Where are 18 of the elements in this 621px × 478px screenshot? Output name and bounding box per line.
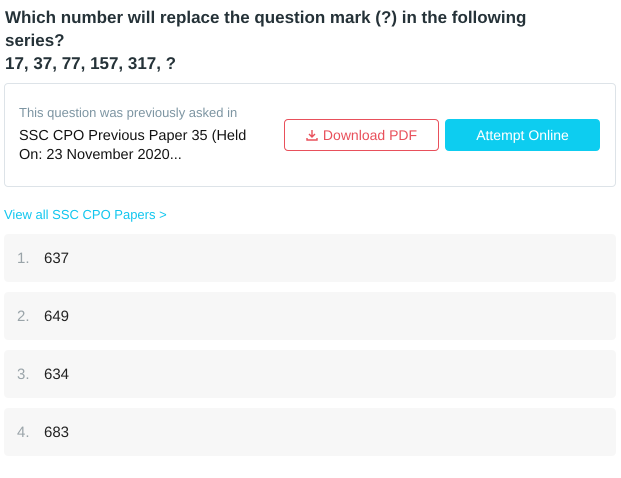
- download-icon: [306, 129, 318, 141]
- question-text: Which number will replace the question mark (?) in the following series?: [5, 7, 528, 52]
- option-number: 2.: [17, 308, 31, 324]
- option-text: 637: [44, 250, 70, 266]
- download-pdf-button[interactable]: Download PDF: [284, 119, 439, 151]
- option-number: 4.: [17, 424, 31, 440]
- answer-option[interactable]: 2. 649: [4, 292, 616, 340]
- option-text: 683: [44, 424, 70, 440]
- option-text: 634: [44, 366, 70, 382]
- answer-option[interactable]: 4. 683: [4, 408, 616, 456]
- number-series: 17, 37, 77, 157, 317, ?: [5, 53, 178, 75]
- answer-option[interactable]: 1. 637: [4, 234, 616, 282]
- answer-option[interactable]: 3. 634: [4, 350, 616, 398]
- paper-title: SSC CPO Previous Paper 35 (Held On: 23 November 2020...: [19, 127, 248, 165]
- option-text: 649: [44, 308, 70, 324]
- option-number: 3.: [17, 366, 31, 382]
- source-caption: This question was previously asked in: [19, 105, 238, 121]
- option-number: 1.: [17, 250, 31, 266]
